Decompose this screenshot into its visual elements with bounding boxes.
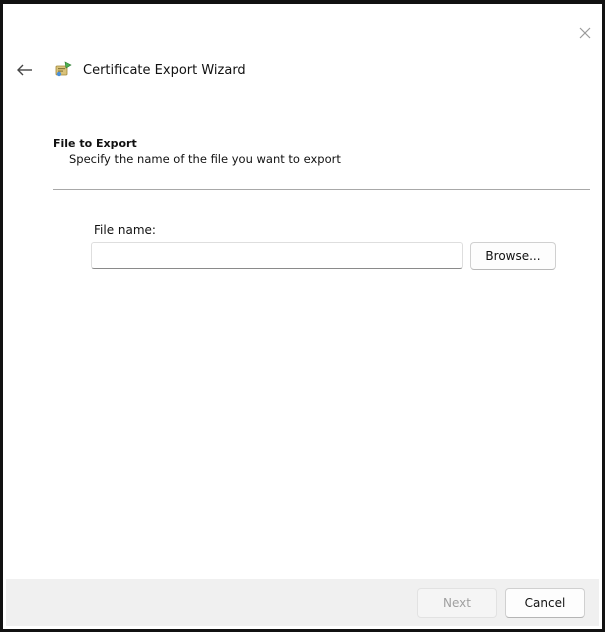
- file-name-label: File name:: [94, 223, 156, 237]
- header-divider: [53, 189, 590, 190]
- next-button[interactable]: Next: [417, 588, 497, 618]
- close-icon[interactable]: [576, 24, 594, 42]
- file-name-input[interactable]: [91, 242, 463, 269]
- footer-bar: Next Cancel: [6, 579, 599, 626]
- section-subtitle: Specify the name of the file you want to…: [69, 152, 341, 166]
- certificate-wizard-icon: [53, 60, 73, 78]
- cancel-button[interactable]: Cancel: [505, 588, 585, 618]
- browse-button[interactable]: Browse...: [470, 242, 556, 270]
- window-title: Certificate Export Wizard: [83, 63, 246, 78]
- back-arrow-icon[interactable]: [16, 62, 34, 76]
- section-title: File to Export: [53, 137, 137, 150]
- wizard-window: Certificate Export Wizard File to Export…: [0, 0, 605, 632]
